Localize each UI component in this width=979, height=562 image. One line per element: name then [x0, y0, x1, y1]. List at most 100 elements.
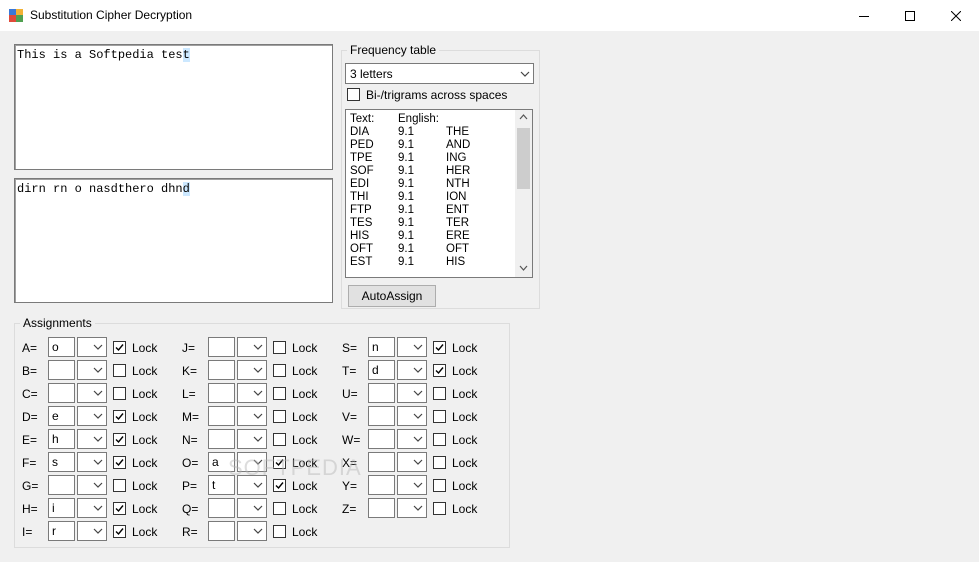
lock-checkbox-k[interactable]: [273, 364, 286, 377]
row-value: 9.1: [398, 230, 414, 242]
assign-input-b[interactable]: [48, 360, 75, 380]
lock-checkbox-b[interactable]: [113, 364, 126, 377]
lock-checkbox-g[interactable]: [113, 479, 126, 492]
assign-combo-e[interactable]: [77, 429, 107, 449]
assign-input-u[interactable]: [368, 383, 395, 403]
assign-combo-b[interactable]: [77, 360, 107, 380]
minimize-button[interactable]: [841, 0, 887, 31]
assign-label-w: W=: [342, 433, 361, 447]
assign-label-q: Q=: [182, 502, 199, 516]
lock-checkbox-j[interactable]: [273, 341, 286, 354]
assign-input-i[interactable]: r: [48, 521, 75, 541]
assign-input-q[interactable]: [208, 498, 235, 518]
assign-combo-x[interactable]: [397, 452, 427, 472]
assign-combo-v[interactable]: [397, 406, 427, 426]
letters-combo[interactable]: 3 letters: [345, 63, 534, 84]
lock-checkbox-w[interactable]: [433, 433, 446, 446]
assign-input-v[interactable]: [368, 406, 395, 426]
assign-combo-t[interactable]: [397, 360, 427, 380]
autoassign-button[interactable]: AutoAssign: [348, 285, 436, 307]
across-spaces-checkbox[interactable]: [347, 88, 360, 101]
row-text: EST: [350, 256, 373, 268]
assign-input-n[interactable]: [208, 429, 235, 449]
assign-label-t: T=: [342, 364, 357, 378]
assign-input-l[interactable]: [208, 383, 235, 403]
frequency-list[interactable]: Text: English: DIA 9.1 THE PED 9.1 AND TPE 9.1 I…: [345, 109, 533, 278]
assign-combo-r[interactable]: [237, 521, 267, 541]
lock-checkbox-i[interactable]: [113, 525, 126, 538]
lock-checkbox-e[interactable]: [113, 433, 126, 446]
lock-checkbox-t[interactable]: [433, 364, 446, 377]
assign-combo-c[interactable]: [77, 383, 107, 403]
assign-input-a[interactable]: o: [48, 337, 75, 357]
lock-checkbox-m[interactable]: [273, 410, 286, 423]
assign-input-z[interactable]: [368, 498, 395, 518]
row-english: OFT: [446, 243, 469, 255]
lock-checkbox-q[interactable]: [273, 502, 286, 515]
lock-checkbox-f[interactable]: [113, 456, 126, 469]
lock-checkbox-d[interactable]: [113, 410, 126, 423]
assign-input-j[interactable]: [208, 337, 235, 357]
row-english: TER: [446, 217, 469, 229]
assign-input-c[interactable]: [48, 383, 75, 403]
lock-checkbox-a[interactable]: [113, 341, 126, 354]
lock-checkbox-h[interactable]: [113, 502, 126, 515]
assign-combo-y[interactable]: [397, 475, 427, 495]
assign-input-k[interactable]: [208, 360, 235, 380]
assign-combo-n[interactable]: [237, 429, 267, 449]
assign-input-w[interactable]: [368, 429, 395, 449]
assign-input-f[interactable]: s: [48, 452, 75, 472]
assign-label-u: U=: [342, 387, 358, 401]
lock-label-f: Lock: [132, 456, 158, 470]
window-title: Substitution Cipher Decryption: [30, 8, 193, 22]
assign-combo-m[interactable]: [237, 406, 267, 426]
plaintext-input[interactable]: This is a Softpedia test: [14, 44, 333, 170]
assign-input-m[interactable]: [208, 406, 235, 426]
scroll-down-icon[interactable]: [519, 265, 528, 271]
maximize-button[interactable]: [887, 0, 933, 31]
lock-checkbox-y[interactable]: [433, 479, 446, 492]
assign-input-r[interactable]: [208, 521, 235, 541]
lock-checkbox-u[interactable]: [433, 387, 446, 400]
assign-combo-w[interactable]: [397, 429, 427, 449]
assign-label-d: D=: [22, 410, 38, 424]
close-button[interactable]: [933, 0, 979, 31]
lock-checkbox-s[interactable]: [433, 341, 446, 354]
scroll-up-icon[interactable]: [519, 114, 528, 120]
assign-combo-q[interactable]: [237, 498, 267, 518]
chevron-down-icon: [89, 384, 106, 402]
lock-label-v: Lock: [452, 410, 478, 424]
scroll-thumb[interactable]: [517, 128, 530, 189]
assign-combo-h[interactable]: [77, 498, 107, 518]
lock-checkbox-l[interactable]: [273, 387, 286, 400]
assign-combo-z[interactable]: [397, 498, 427, 518]
assign-input-d[interactable]: e: [48, 406, 75, 426]
lock-checkbox-x[interactable]: [433, 456, 446, 469]
lock-checkbox-v[interactable]: [433, 410, 446, 423]
lock-label-q: Lock: [292, 502, 318, 516]
assign-combo-s[interactable]: [397, 337, 427, 357]
assign-combo-a[interactable]: [77, 337, 107, 357]
assign-combo-l[interactable]: [237, 383, 267, 403]
assign-label-c: C=: [22, 387, 38, 401]
assign-input-x[interactable]: [368, 452, 395, 472]
assign-input-t[interactable]: d: [368, 360, 395, 380]
row-english: ION: [446, 191, 467, 203]
assign-combo-u[interactable]: [397, 383, 427, 403]
lock-checkbox-n[interactable]: [273, 433, 286, 446]
assign-input-y[interactable]: [368, 475, 395, 495]
lock-checkbox-z[interactable]: [433, 502, 446, 515]
assign-combo-d[interactable]: [77, 406, 107, 426]
assign-combo-k[interactable]: [237, 360, 267, 380]
assign-combo-j[interactable]: [237, 337, 267, 357]
assign-combo-f[interactable]: [77, 452, 107, 472]
assign-input-g[interactable]: [48, 475, 75, 495]
lock-checkbox-r[interactable]: [273, 525, 286, 538]
ciphertext-input[interactable]: dirn rn o nasdthero dhnd: [14, 178, 333, 303]
assign-input-h[interactable]: i: [48, 498, 75, 518]
assign-combo-g[interactable]: [77, 475, 107, 495]
assign-combo-i[interactable]: [77, 521, 107, 541]
assign-input-s[interactable]: n: [368, 337, 395, 357]
lock-checkbox-c[interactable]: [113, 387, 126, 400]
assign-input-e[interactable]: h: [48, 429, 75, 449]
